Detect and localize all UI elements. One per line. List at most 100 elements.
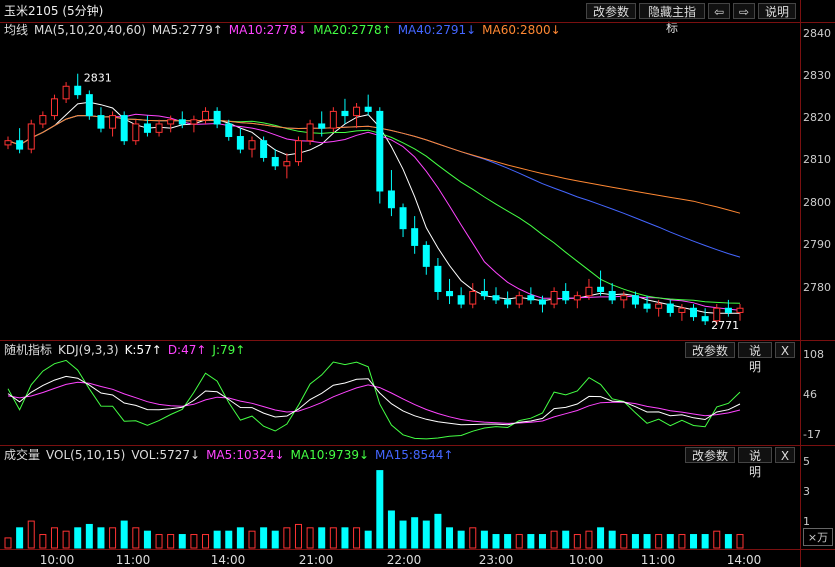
candle-body: [74, 85, 82, 96]
volume-bar: [736, 534, 744, 549]
volume-bar: [504, 534, 512, 549]
candle-body: [97, 115, 105, 129]
candle-body: [387, 190, 395, 209]
candle-body: [306, 123, 314, 142]
candle-body: [608, 290, 616, 301]
candle-body: [666, 303, 674, 313]
volume-bar: [527, 534, 535, 549]
candle-body: [167, 119, 175, 125]
candle-body: [690, 307, 698, 318]
volume-bar: [39, 534, 47, 549]
volume-bar: [387, 510, 395, 549]
candle-body: [62, 85, 70, 100]
volume-bar: [62, 530, 70, 549]
candle-body: [515, 295, 523, 305]
candle-body: [225, 123, 233, 138]
volume-bar: [167, 534, 175, 549]
kdj-k-line: [7, 375, 741, 426]
volume-bar: [178, 534, 186, 549]
volume-bar: [120, 520, 128, 549]
candle-body: [109, 115, 117, 129]
candle-body: [469, 290, 477, 305]
volume-bar: [236, 527, 244, 549]
candle-body: [399, 207, 407, 230]
volume-bar: [306, 527, 314, 549]
candle-body: [283, 161, 291, 167]
volume-bar: [341, 527, 349, 549]
volume-bar: [550, 530, 558, 549]
volume-bar: [4, 537, 12, 549]
volume-bar: [434, 513, 442, 549]
candle-body: [480, 290, 488, 297]
candle-body: [411, 228, 419, 246]
candle-body: [260, 140, 268, 158]
candle-body: [736, 307, 744, 313]
candle-body: [27, 123, 35, 150]
candle-body: [422, 244, 430, 267]
volume-bar: [109, 527, 117, 549]
candle-body: [4, 140, 12, 146]
volume-bar: [469, 527, 477, 549]
ma60-line: [7, 115, 741, 214]
volume-bar: [515, 534, 523, 549]
volume-bar: [562, 530, 570, 549]
volume-bar: [411, 517, 419, 549]
volume-bar: [16, 527, 24, 549]
candle-body: [573, 295, 581, 301]
kdj-d-line: [7, 381, 741, 424]
volume-bar: [643, 534, 651, 549]
volume-bar: [132, 527, 140, 549]
volume-bar: [50, 527, 58, 549]
candle-body: [190, 119, 198, 125]
candle-body: [143, 123, 151, 133]
candle-body: [701, 316, 709, 322]
candle-body: [457, 295, 465, 305]
volume-bar: [74, 527, 82, 549]
candlestick-chart[interactable]: 2831 2771: [0, 0, 835, 567]
volume-bar: [399, 520, 407, 549]
candle-body: [202, 110, 210, 121]
candle-body: [550, 290, 558, 305]
candle-body: [16, 140, 24, 150]
candle-body: [318, 123, 326, 129]
volume-bar: [422, 520, 430, 549]
volume-bar: [446, 527, 454, 549]
volume-bar: [666, 534, 674, 549]
volume-bar: [329, 527, 337, 549]
high-annotation: 2831: [84, 72, 112, 85]
volume-bar: [294, 523, 302, 549]
candle-body: [236, 136, 244, 150]
candle-body: [294, 140, 302, 163]
volume-bar: [492, 534, 500, 549]
candle-body: [434, 265, 442, 292]
volume-bar: [620, 534, 628, 549]
candle-body: [120, 115, 128, 142]
volume-bar: [97, 527, 105, 549]
volume-bar: [27, 520, 35, 549]
volume-bar: [143, 530, 151, 549]
candle-body: [353, 106, 361, 117]
volume-bar: [690, 534, 698, 549]
candle-body: [597, 286, 605, 292]
kdj-j-line: [7, 359, 741, 440]
candle-body: [178, 119, 186, 125]
volume-bar: [283, 527, 291, 549]
volume-bar: [225, 530, 233, 549]
volume-bar: [318, 527, 326, 549]
volume-bar: [202, 534, 210, 549]
candle-body: [631, 295, 639, 305]
volume-bar: [364, 530, 372, 549]
candle-body: [562, 290, 570, 301]
candle-body: [364, 106, 372, 112]
volume-bar: [631, 534, 639, 549]
volume-bar: [457, 530, 465, 549]
volume-bar: [597, 527, 605, 549]
candle-body: [376, 110, 384, 192]
candle-body: [492, 295, 500, 301]
candle-body: [446, 290, 454, 297]
volume-bar: [655, 534, 663, 549]
volume-bar: [213, 530, 221, 549]
volume-bar: [480, 530, 488, 549]
low-annotation: 2771: [711, 319, 739, 332]
volume-bar: [701, 534, 709, 549]
